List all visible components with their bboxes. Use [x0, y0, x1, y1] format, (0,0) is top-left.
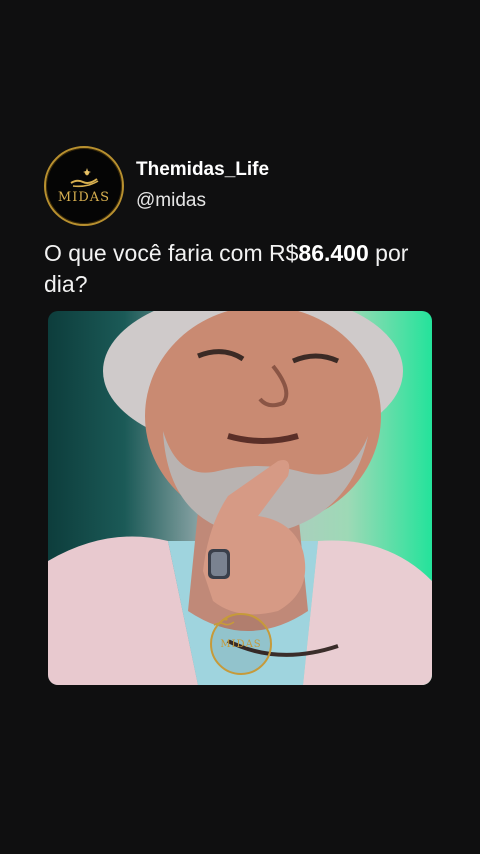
author-handle[interactable]: @midas — [136, 188, 269, 214]
post-card: MIDAS Themidas_Life @midas O que você fa… — [44, 146, 434, 300]
post-text-prefix: O que você faria com R$ — [44, 240, 299, 266]
post-text: O que você faria com R$86.400 por dia? — [44, 238, 424, 300]
video-watermark: MIDAS — [210, 613, 272, 675]
author-display-name[interactable]: Themidas_Life — [136, 158, 269, 182]
post-header: MIDAS Themidas_Life @midas — [44, 146, 434, 226]
post-video[interactable]: MIDAS — [48, 311, 432, 685]
watermark-hand-icon — [213, 617, 235, 626]
midas-hand-icon — [70, 168, 99, 188]
watermark-text: MIDAS — [220, 638, 262, 650]
author-names: Themidas_Life @midas — [136, 158, 269, 214]
avatar[interactable]: MIDAS — [44, 146, 124, 226]
avatar-brand-text: MIDAS — [57, 190, 111, 205]
post-text-amount: 86.400 — [298, 240, 369, 266]
